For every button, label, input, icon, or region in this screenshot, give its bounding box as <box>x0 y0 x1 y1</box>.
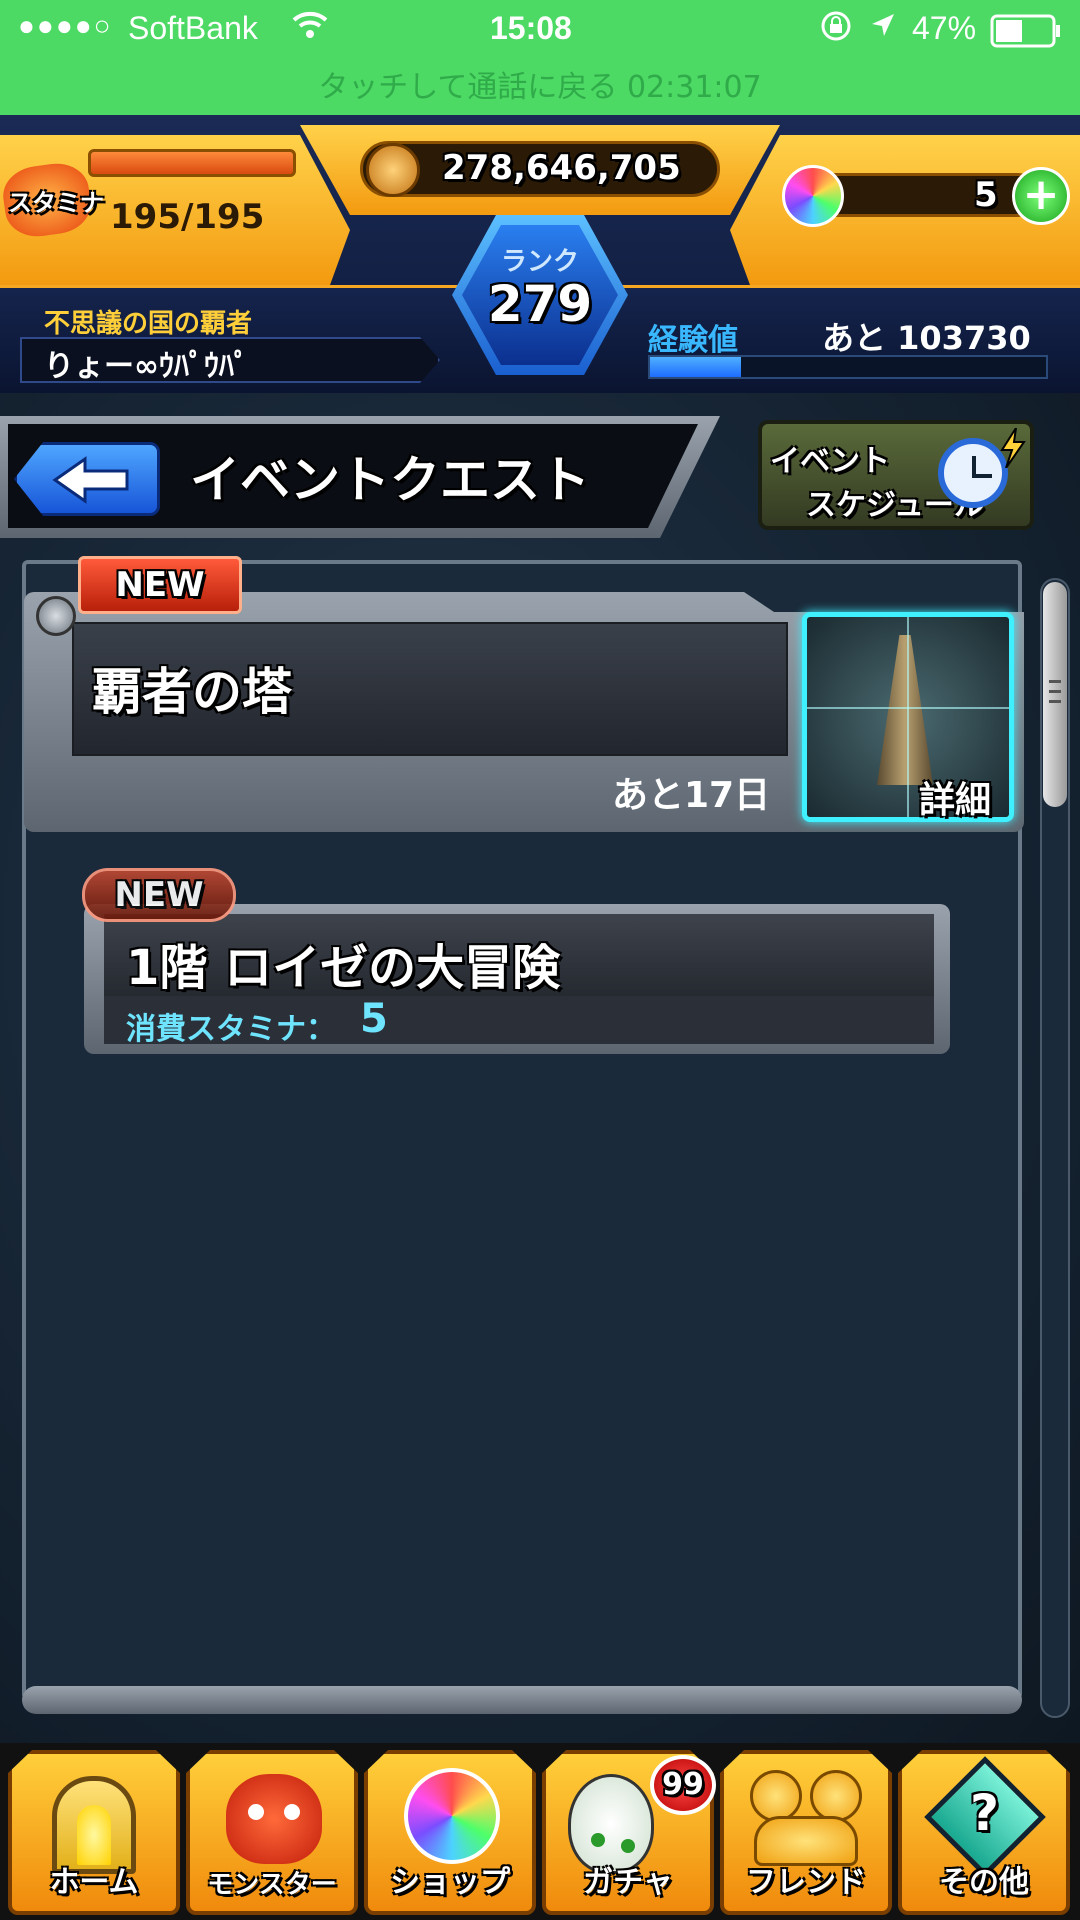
call-return-banner[interactable]: タッチして通話に戻る 02:31:07 <box>0 62 1080 106</box>
exp-remaining: あと 103730 <box>822 319 1031 357</box>
stage-stamina-label: 消費スタミナ： <box>126 1012 336 1047</box>
tab-monster[interactable]: モンスター <box>186 1750 358 1915</box>
tab-other[interactable]: ? その他 <box>898 1750 1070 1915</box>
bottom-tab-bar: ホーム モンスター ショップ ガチャ 99 フレンド ? その他 <box>0 1743 1080 1920</box>
new-badge: NEW <box>78 556 242 614</box>
orb-count: 5 <box>974 175 998 215</box>
stamina-label: スタミナ <box>8 189 104 217</box>
tab-friend[interactable]: フレンド <box>720 1750 892 1915</box>
carrier-name: SoftBank <box>128 10 258 46</box>
back-button[interactable] <box>14 442 160 516</box>
tab-home[interactable]: ホーム <box>8 1750 180 1915</box>
rivet-icon <box>36 596 76 636</box>
panel-bottom-rail <box>22 1686 1022 1714</box>
event-title: 覇者の塔 <box>92 663 292 721</box>
scrollbar-thumb[interactable] <box>1043 582 1067 807</box>
add-orb-button[interactable]: + <box>1012 167 1070 225</box>
signal-strength-icon: ●●●●○ <box>18 10 113 41</box>
gacha-count-badge: 99 <box>650 1755 716 1815</box>
event-remaining: あと17日 <box>612 775 771 816</box>
schedule-label-1: イベント <box>770 444 890 479</box>
rank-value: 279 <box>487 275 593 333</box>
battery-icon <box>990 14 1062 56</box>
stamina-value: 195/195 <box>110 197 265 237</box>
tab-monster-label: モンスター <box>207 1870 337 1900</box>
friend-icon <box>750 1770 802 1822</box>
battery-percent: 47% <box>912 10 977 46</box>
player-name: りょー∞ｳﾊﾟｳﾊﾟ <box>44 349 249 384</box>
status-bar: ●●●●○ SoftBank 15:08 47% タッチして通話に戻る 02:3… <box>0 0 1080 115</box>
exp-bar-track <box>648 355 1048 379</box>
orb-icon <box>404 1768 500 1864</box>
page-title: イベントクエスト <box>190 451 590 509</box>
new-badge-text: NEW <box>115 565 205 605</box>
stage-stamina-value: 5 <box>360 996 388 1042</box>
tab-shop-label: ショップ <box>390 1865 510 1900</box>
exp-bar-fill <box>650 357 742 377</box>
clock-time: 15:08 <box>490 10 572 46</box>
tab-friend-label: フレンド <box>746 1865 866 1900</box>
event-detail-button[interactable]: 詳細 <box>802 612 1014 822</box>
new-badge: NEW <box>82 868 236 922</box>
orb-icon <box>782 165 844 227</box>
tab-other-label: その他 <box>939 1865 1029 1900</box>
lightning-icon <box>1000 428 1026 468</box>
player-header: スタミナ 195/195 278,646,705 5 + 不思議の国の覇者 りょ… <box>0 115 1080 393</box>
tab-shop[interactable]: ショップ <box>364 1750 536 1915</box>
back-arrow-icon <box>52 456 129 504</box>
stamina-bar <box>88 149 296 177</box>
gacha-count: 99 <box>662 1767 704 1802</box>
event-schedule-button[interactable]: イベント スケジュール <box>758 420 1034 530</box>
stage-title: 1階 ロイゼの大冒険 <box>126 940 561 996</box>
tab-gacha-label: ガチャ <box>583 1865 673 1900</box>
tower-icon <box>877 635 933 785</box>
location-icon <box>868 10 898 48</box>
detail-label: 詳細 <box>919 780 992 821</box>
monster-icon <box>226 1774 322 1864</box>
exp-label: 経験値 <box>648 323 738 358</box>
rank-label: ランク <box>500 247 579 277</box>
new-badge-text: NEW <box>114 875 204 915</box>
tab-home-label: ホーム <box>49 1865 139 1900</box>
rotation-lock-icon <box>818 8 854 52</box>
wifi-icon <box>290 4 330 52</box>
question-mark: ? <box>970 1784 1000 1842</box>
coin-icon <box>366 143 420 197</box>
coin-count: 278,646,705 <box>442 148 681 188</box>
player-title: 不思議の国の覇者 <box>44 309 253 339</box>
